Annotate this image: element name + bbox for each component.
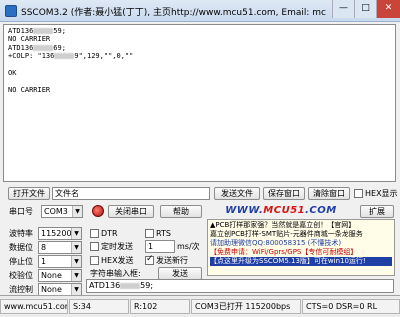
parity-select[interactable]: None ▼ xyxy=(38,269,82,282)
chevron-down-icon: ▼ xyxy=(72,206,82,217)
help-button[interactable]: 帮助 xyxy=(160,205,202,218)
baud-label: 波特率 xyxy=(9,229,33,238)
expand-button[interactable]: 扩展 xyxy=(360,205,394,218)
send-input[interactable]: ATD136 59; xyxy=(86,279,394,293)
data-bits-label: 数据位 xyxy=(9,243,33,252)
maximize-button[interactable]: □ xyxy=(354,0,376,18)
hex-send-label: HEX发送 xyxy=(101,256,134,265)
receive-line: NO CARRIER xyxy=(8,35,51,44)
parity-label: 校验位 xyxy=(9,271,33,280)
chevron-down-icon: ▼ xyxy=(71,256,81,267)
clear-window-button[interactable]: 清除窗口 xyxy=(308,187,350,200)
window-controls: — □ ✕ xyxy=(332,0,400,18)
open-file-button[interactable]: 打开文件 xyxy=(8,187,50,200)
rts-label: RTS xyxy=(156,229,171,238)
receive-area[interactable]: ATD136 59; NO CARRIER ATD136 69; +COLP: "1… xyxy=(3,24,396,182)
stop-bits-value: 1 xyxy=(41,257,47,266)
stop-bits-select[interactable]: 1 ▼ xyxy=(38,255,82,268)
data-bits-value: 8 xyxy=(41,243,47,252)
dtr-label: DTR xyxy=(101,229,118,238)
app-icon xyxy=(5,5,17,17)
save-window-button[interactable]: 保存窗口 xyxy=(263,187,305,200)
dtr-checkbox[interactable] xyxy=(90,229,99,238)
window-title: SSCOM3.2 (作者:聂小猛(丁丁), 主页http://www.mcu51… xyxy=(21,8,326,18)
rts-checkbox[interactable] xyxy=(145,229,154,238)
status-signals: CTS=0 DSR=0 RL xyxy=(302,299,400,314)
baud-select[interactable]: 115200 ▼ xyxy=(38,227,82,240)
status-received: R:102 xyxy=(130,299,190,314)
close-button[interactable]: ✕ xyxy=(376,0,400,18)
ad-line[interactable]: 【点这里升级为SSCOM5.13版】可在win10运行! xyxy=(210,257,392,266)
ad-panel[interactable]: ▲PCB打样那家强？当然就是嘉立创！【官网】 嘉立创PCB打样-SMT贴片-元器… xyxy=(207,219,395,276)
redacted-digits xyxy=(120,282,141,289)
receive-line: OK xyxy=(8,68,17,77)
baud-value: 115200 xyxy=(41,229,72,238)
receive-line: NO CARRIER xyxy=(8,85,51,94)
char-input-label: 字符串输入框: xyxy=(90,269,141,278)
redacted-digits xyxy=(33,28,54,34)
status-sent: S:34 xyxy=(69,299,129,314)
timed-send-label: 定时发送 xyxy=(101,242,133,251)
chevron-down-icon: ▼ xyxy=(71,284,81,295)
hex-display-label: HEX显示 xyxy=(365,189,398,198)
chevron-down-icon: ▼ xyxy=(71,242,81,253)
ad-line[interactable]: 请加助理微信QQ:800058315 (不懂技术) xyxy=(210,239,392,248)
port-select[interactable]: COM3 ▼ xyxy=(41,205,83,218)
data-bits-select[interactable]: 8 ▼ xyxy=(38,241,82,254)
redacted-digits xyxy=(33,44,54,51)
flow-control-label: 流控制 xyxy=(9,285,33,294)
port-label: 串口号 xyxy=(9,207,33,216)
receive-line xyxy=(8,77,391,85)
stop-bits-label: 停止位 xyxy=(9,257,33,266)
chevron-down-icon: ▼ xyxy=(71,270,81,281)
status-url[interactable]: www.mcu51.cor xyxy=(0,299,68,314)
minimize-button[interactable]: — xyxy=(332,0,354,18)
close-port-button[interactable]: 关闭串口 xyxy=(108,205,154,218)
ad-line[interactable]: 嘉立创PCB打样-SMT贴片-元器件商城一条龙服务 xyxy=(210,230,392,239)
hex-send-checkbox[interactable] xyxy=(90,256,99,265)
hex-display-checkbox[interactable] xyxy=(354,189,363,198)
timed-send-checkbox[interactable] xyxy=(90,242,99,251)
flow-control-value: None xyxy=(41,285,62,294)
title-bar: SSCOM3.2 (作者:聂小猛(丁丁), 主页http://www.mcu51… xyxy=(0,0,400,22)
send-newline-label: 发送新行 xyxy=(156,256,188,265)
ad-line[interactable]: 【免费申请：WiFi/Gprs/GPS【专信可耐模组】 xyxy=(210,248,392,257)
site-logo: WWW.MCU51.COM xyxy=(225,205,337,216)
receive-line xyxy=(8,61,391,69)
receive-line: +COLP: "136 9",129,"",0,"" xyxy=(8,52,134,61)
ad-line[interactable]: ▲PCB打样那家强？当然就是嘉立创！【官网】 xyxy=(210,221,392,230)
interval-input[interactable]: 1 xyxy=(145,240,175,253)
parity-value: None xyxy=(41,271,62,280)
chevron-down-icon: ▼ xyxy=(71,228,81,239)
redacted-digits xyxy=(54,53,75,60)
receive-line: ATD136 59; xyxy=(8,27,66,35)
file-name-field[interactable]: 文件名 xyxy=(52,187,210,200)
port-status-icon xyxy=(92,205,104,217)
send-file-button[interactable]: 发送文件 xyxy=(214,187,260,200)
status-bar: www.mcu51.cor S:34 R:102 COM3已打开 115200b… xyxy=(0,295,400,317)
port-value: COM3 xyxy=(44,207,68,216)
interval-unit: ms/次 xyxy=(177,242,200,251)
receive-line: ATD136 69; xyxy=(8,43,66,52)
send-newline-checkbox[interactable] xyxy=(145,254,154,265)
status-port-state: COM3已打开 115200bps xyxy=(191,299,301,314)
